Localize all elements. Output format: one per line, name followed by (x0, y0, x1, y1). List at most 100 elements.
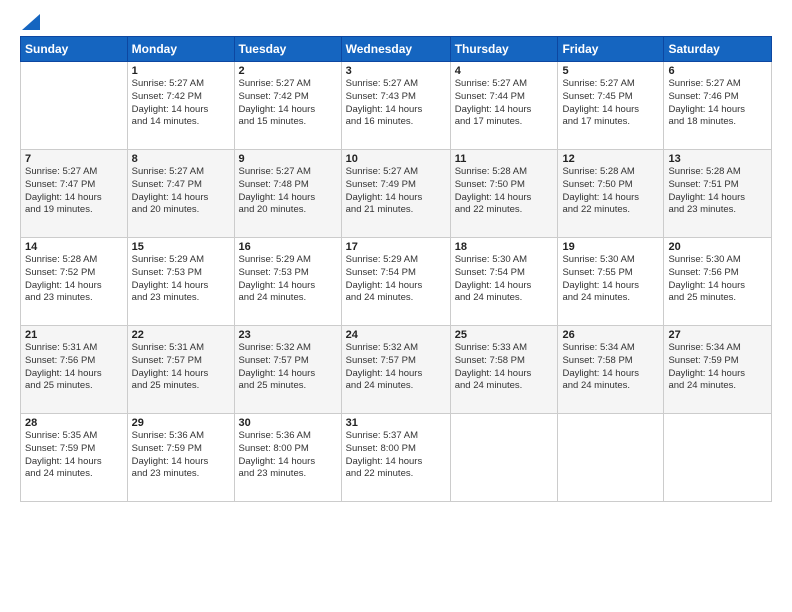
day-info: Sunrise: 5:27 AM Sunset: 7:43 PM Dayligh… (346, 78, 446, 129)
day-info: Sunrise: 5:36 AM Sunset: 8:00 PM Dayligh… (239, 430, 337, 481)
day-number: 15 (132, 241, 230, 253)
calendar-cell (450, 414, 558, 502)
day-info: Sunrise: 5:31 AM Sunset: 7:56 PM Dayligh… (25, 342, 123, 393)
calendar-cell: 25Sunrise: 5:33 AM Sunset: 7:58 PM Dayli… (450, 326, 558, 414)
day-info: Sunrise: 5:37 AM Sunset: 8:00 PM Dayligh… (346, 430, 446, 481)
calendar-cell (558, 414, 664, 502)
calendar-cell: 9Sunrise: 5:27 AM Sunset: 7:48 PM Daylig… (234, 150, 341, 238)
day-info: Sunrise: 5:30 AM Sunset: 7:56 PM Dayligh… (668, 254, 767, 305)
calendar-header-sunday: Sunday (21, 37, 128, 62)
calendar-cell: 2Sunrise: 5:27 AM Sunset: 7:42 PM Daylig… (234, 62, 341, 150)
day-info: Sunrise: 5:35 AM Sunset: 7:59 PM Dayligh… (25, 430, 123, 481)
day-number: 21 (25, 329, 123, 341)
calendar-week-4: 21Sunrise: 5:31 AM Sunset: 7:56 PM Dayli… (21, 326, 772, 414)
day-number: 18 (455, 241, 554, 253)
day-number: 27 (668, 329, 767, 341)
calendar-cell (21, 62, 128, 150)
day-number: 12 (562, 153, 659, 165)
day-number: 9 (239, 153, 337, 165)
calendar-header-row: SundayMondayTuesdayWednesdayThursdayFrid… (21, 37, 772, 62)
day-info: Sunrise: 5:28 AM Sunset: 7:51 PM Dayligh… (668, 166, 767, 217)
calendar-week-5: 28Sunrise: 5:35 AM Sunset: 7:59 PM Dayli… (21, 414, 772, 502)
page-container: SundayMondayTuesdayWednesdayThursdayFrid… (0, 0, 792, 512)
logo (20, 16, 40, 28)
day-info: Sunrise: 5:32 AM Sunset: 7:57 PM Dayligh… (346, 342, 446, 393)
day-number: 4 (455, 65, 554, 77)
calendar-cell: 31Sunrise: 5:37 AM Sunset: 8:00 PM Dayli… (341, 414, 450, 502)
calendar-cell: 18Sunrise: 5:30 AM Sunset: 7:54 PM Dayli… (450, 238, 558, 326)
day-number: 23 (239, 329, 337, 341)
day-info: Sunrise: 5:32 AM Sunset: 7:57 PM Dayligh… (239, 342, 337, 393)
day-number: 30 (239, 417, 337, 429)
day-number: 26 (562, 329, 659, 341)
day-info: Sunrise: 5:27 AM Sunset: 7:46 PM Dayligh… (668, 78, 767, 129)
calendar-header-friday: Friday (558, 37, 664, 62)
calendar-header-wednesday: Wednesday (341, 37, 450, 62)
calendar-cell: 13Sunrise: 5:28 AM Sunset: 7:51 PM Dayli… (664, 150, 772, 238)
day-info: Sunrise: 5:29 AM Sunset: 7:53 PM Dayligh… (239, 254, 337, 305)
day-number: 17 (346, 241, 446, 253)
day-number: 1 (132, 65, 230, 77)
day-info: Sunrise: 5:33 AM Sunset: 7:58 PM Dayligh… (455, 342, 554, 393)
day-number: 7 (25, 153, 123, 165)
day-number: 29 (132, 417, 230, 429)
day-info: Sunrise: 5:29 AM Sunset: 7:54 PM Dayligh… (346, 254, 446, 305)
day-info: Sunrise: 5:29 AM Sunset: 7:53 PM Dayligh… (132, 254, 230, 305)
day-info: Sunrise: 5:36 AM Sunset: 7:59 PM Dayligh… (132, 430, 230, 481)
calendar-week-2: 7Sunrise: 5:27 AM Sunset: 7:47 PM Daylig… (21, 150, 772, 238)
calendar-cell (664, 414, 772, 502)
day-info: Sunrise: 5:28 AM Sunset: 7:52 PM Dayligh… (25, 254, 123, 305)
calendar-cell: 16Sunrise: 5:29 AM Sunset: 7:53 PM Dayli… (234, 238, 341, 326)
day-number: 24 (346, 329, 446, 341)
day-info: Sunrise: 5:27 AM Sunset: 7:42 PM Dayligh… (132, 78, 230, 129)
day-info: Sunrise: 5:27 AM Sunset: 7:49 PM Dayligh… (346, 166, 446, 217)
day-info: Sunrise: 5:30 AM Sunset: 7:55 PM Dayligh… (562, 254, 659, 305)
day-number: 8 (132, 153, 230, 165)
day-info: Sunrise: 5:27 AM Sunset: 7:42 PM Dayligh… (239, 78, 337, 129)
calendar-header-thursday: Thursday (450, 37, 558, 62)
day-info: Sunrise: 5:27 AM Sunset: 7:44 PM Dayligh… (455, 78, 554, 129)
day-number: 6 (668, 65, 767, 77)
day-info: Sunrise: 5:34 AM Sunset: 7:59 PM Dayligh… (668, 342, 767, 393)
day-info: Sunrise: 5:27 AM Sunset: 7:48 PM Dayligh… (239, 166, 337, 217)
calendar-cell: 4Sunrise: 5:27 AM Sunset: 7:44 PM Daylig… (450, 62, 558, 150)
calendar-cell: 17Sunrise: 5:29 AM Sunset: 7:54 PM Dayli… (341, 238, 450, 326)
day-info: Sunrise: 5:28 AM Sunset: 7:50 PM Dayligh… (562, 166, 659, 217)
day-number: 13 (668, 153, 767, 165)
day-number: 25 (455, 329, 554, 341)
calendar-cell: 21Sunrise: 5:31 AM Sunset: 7:56 PM Dayli… (21, 326, 128, 414)
calendar-cell: 11Sunrise: 5:28 AM Sunset: 7:50 PM Dayli… (450, 150, 558, 238)
calendar-cell: 22Sunrise: 5:31 AM Sunset: 7:57 PM Dayli… (127, 326, 234, 414)
day-info: Sunrise: 5:28 AM Sunset: 7:50 PM Dayligh… (455, 166, 554, 217)
day-number: 11 (455, 153, 554, 165)
day-number: 28 (25, 417, 123, 429)
calendar-cell: 15Sunrise: 5:29 AM Sunset: 7:53 PM Dayli… (127, 238, 234, 326)
calendar-cell: 24Sunrise: 5:32 AM Sunset: 7:57 PM Dayli… (341, 326, 450, 414)
calendar-cell: 3Sunrise: 5:27 AM Sunset: 7:43 PM Daylig… (341, 62, 450, 150)
calendar-cell: 28Sunrise: 5:35 AM Sunset: 7:59 PM Dayli… (21, 414, 128, 502)
day-number: 14 (25, 241, 123, 253)
calendar-cell: 14Sunrise: 5:28 AM Sunset: 7:52 PM Dayli… (21, 238, 128, 326)
calendar-cell: 10Sunrise: 5:27 AM Sunset: 7:49 PM Dayli… (341, 150, 450, 238)
calendar-cell: 1Sunrise: 5:27 AM Sunset: 7:42 PM Daylig… (127, 62, 234, 150)
day-number: 2 (239, 65, 337, 77)
calendar-cell: 30Sunrise: 5:36 AM Sunset: 8:00 PM Dayli… (234, 414, 341, 502)
calendar-cell: 23Sunrise: 5:32 AM Sunset: 7:57 PM Dayli… (234, 326, 341, 414)
calendar-cell: 12Sunrise: 5:28 AM Sunset: 7:50 PM Dayli… (558, 150, 664, 238)
day-info: Sunrise: 5:27 AM Sunset: 7:45 PM Dayligh… (562, 78, 659, 129)
day-number: 19 (562, 241, 659, 253)
day-info: Sunrise: 5:27 AM Sunset: 7:47 PM Dayligh… (25, 166, 123, 217)
day-info: Sunrise: 5:30 AM Sunset: 7:54 PM Dayligh… (455, 254, 554, 305)
calendar-cell: 26Sunrise: 5:34 AM Sunset: 7:58 PM Dayli… (558, 326, 664, 414)
calendar-week-3: 14Sunrise: 5:28 AM Sunset: 7:52 PM Dayli… (21, 238, 772, 326)
day-info: Sunrise: 5:27 AM Sunset: 7:47 PM Dayligh… (132, 166, 230, 217)
day-number: 31 (346, 417, 446, 429)
day-number: 10 (346, 153, 446, 165)
day-number: 5 (562, 65, 659, 77)
day-number: 3 (346, 65, 446, 77)
day-number: 22 (132, 329, 230, 341)
day-number: 16 (239, 241, 337, 253)
calendar-cell: 29Sunrise: 5:36 AM Sunset: 7:59 PM Dayli… (127, 414, 234, 502)
calendar-header-saturday: Saturday (664, 37, 772, 62)
calendar-cell: 8Sunrise: 5:27 AM Sunset: 7:47 PM Daylig… (127, 150, 234, 238)
